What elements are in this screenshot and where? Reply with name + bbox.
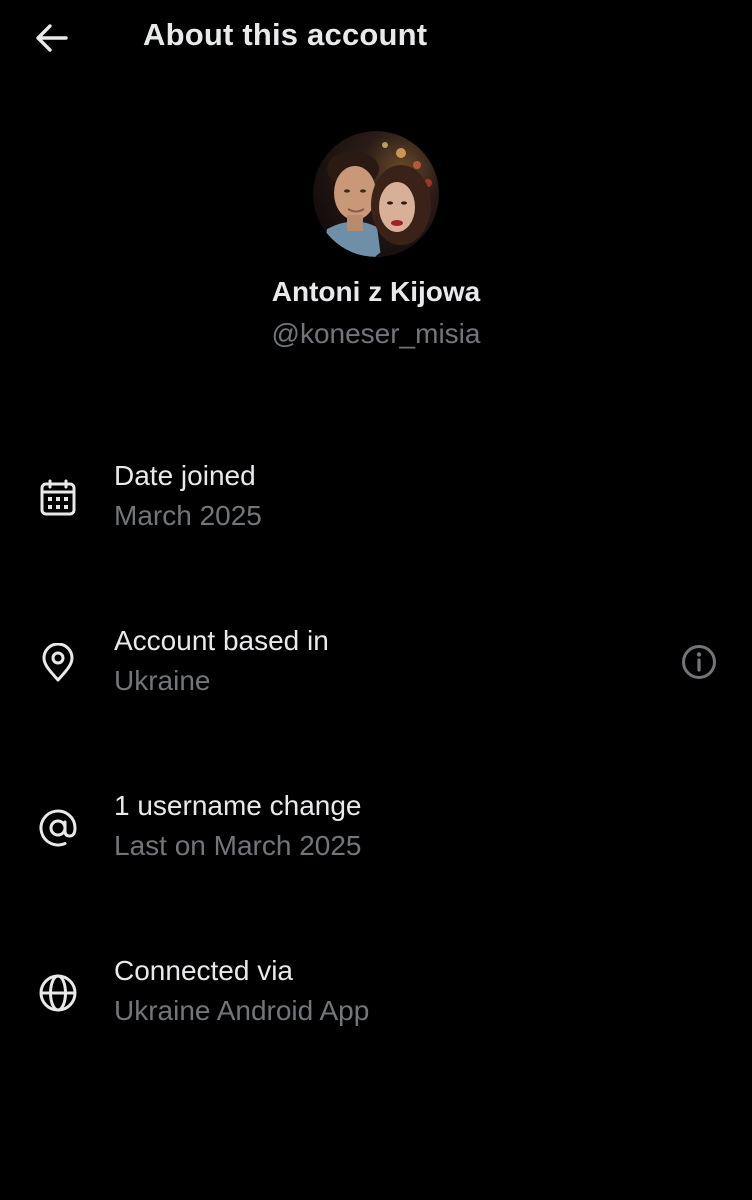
- avatar[interactable]: [313, 131, 439, 257]
- info-row-username-changes: 1 username change Last on March 2025: [0, 776, 752, 886]
- about-account-screen: About this account Antoni z Kijowa @kone…: [0, 0, 752, 1200]
- row-title: 1 username change: [114, 790, 362, 821]
- username-handle: @koneser_misia: [271, 318, 481, 349]
- calendar-icon: [36, 476, 80, 520]
- globe-icon: [36, 971, 80, 1015]
- row-subtitle: Ukraine Android App: [114, 995, 370, 1026]
- info-icon: [682, 645, 716, 679]
- back-button[interactable]: [28, 14, 76, 62]
- row-title: Date joined: [114, 460, 256, 491]
- info-row-connected-via: Connected via Ukraine Android App: [0, 941, 752, 1051]
- info-row-account-location: Account based in Ukraine: [0, 611, 752, 721]
- row-subtitle: Last on March 2025: [114, 830, 362, 861]
- row-subtitle: Ukraine: [114, 665, 211, 696]
- info-button[interactable]: [676, 639, 722, 685]
- page-title: About this account: [143, 17, 428, 52]
- at-sign-icon: [36, 806, 80, 850]
- arrow-left-icon: [36, 24, 68, 52]
- row-title: Connected via: [114, 955, 294, 986]
- top-app-bar: About this account: [0, 0, 752, 76]
- row-title: Account based in: [114, 625, 329, 656]
- avatar-photo: [313, 131, 439, 257]
- row-subtitle: March 2025: [114, 500, 262, 531]
- info-row-date-joined: Date joined March 2025: [0, 446, 752, 556]
- location-pin-icon: [36, 641, 80, 685]
- display-name: Antoni z Kijowa: [271, 276, 481, 307]
